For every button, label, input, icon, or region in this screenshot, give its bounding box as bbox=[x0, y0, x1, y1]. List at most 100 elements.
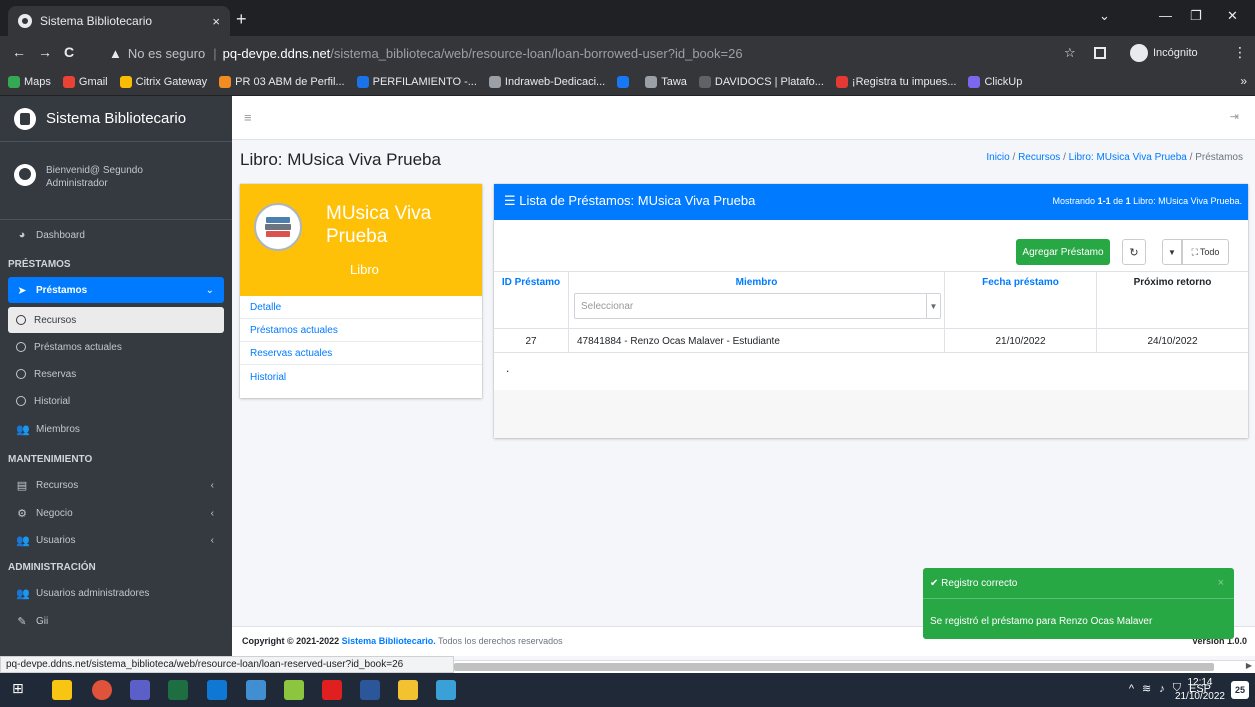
sidebar-item-reservas[interactable]: Reservas bbox=[8, 361, 224, 387]
browser-menu-icon[interactable]: ⋮ bbox=[1233, 44, 1247, 61]
security-warning[interactable]: No es seguro bbox=[128, 46, 205, 61]
sidebar-item-usuarios-administradores[interactable]: 👥 Usuarios administradores bbox=[8, 580, 224, 606]
incognito-indicator[interactable]: Incógnito bbox=[1130, 42, 1198, 64]
add-loan-button[interactable]: Agregar Préstamo bbox=[1016, 239, 1110, 265]
copyright-link[interactable]: Sistema Bibliotecario. bbox=[342, 636, 436, 646]
check-icon: ✔ bbox=[930, 577, 942, 589]
new-tab-button[interactable]: + bbox=[236, 9, 247, 30]
outlook-icon[interactable] bbox=[207, 680, 227, 700]
member-filter-select[interactable]: Seleccionar ▼ bbox=[574, 293, 941, 319]
bookmark-label: Citrix Gateway bbox=[135, 75, 208, 88]
edit-icon: ✎ bbox=[17, 615, 27, 628]
scroll-right-icon[interactable]: ▶ bbox=[1246, 661, 1252, 670]
sidebar-item-prestamos-actuales[interactable]: Préstamos actuales bbox=[8, 334, 224, 360]
windows-start-icon[interactable]: ⊞ bbox=[12, 680, 32, 700]
app-icon[interactable] bbox=[246, 680, 266, 700]
excel-icon[interactable] bbox=[168, 680, 188, 700]
reload-icon[interactable]: C bbox=[64, 44, 74, 60]
bookmark-item[interactable]: ClickUp bbox=[968, 75, 1022, 88]
bookmark-item[interactable]: Indraweb-Dedicaci... bbox=[488, 75, 605, 88]
sidebar-item-m-recursos[interactable]: ▤ Recursos ‹ bbox=[8, 472, 224, 498]
horizontal-scrollbar[interactable]: ▶ bbox=[454, 660, 1255, 673]
minimize-icon[interactable]: — bbox=[1159, 8, 1172, 23]
url-host: pq-devpe.ddns.net bbox=[222, 45, 331, 61]
browser-tab[interactable]: Sistema Bibliotecario × bbox=[8, 6, 230, 36]
forward-icon[interactable]: → bbox=[38, 44, 52, 60]
file-explorer-icon[interactable] bbox=[52, 680, 72, 700]
chevron-up-icon[interactable]: ^ bbox=[1129, 683, 1134, 695]
copyright-prefix: Copyright © 2021-2022 bbox=[242, 636, 342, 646]
column-header-id[interactable]: ID Préstamo bbox=[494, 272, 569, 330]
sidebar-item-prestamos[interactable]: ➤ Préstamos ⌄ bbox=[8, 277, 224, 303]
folder-icon[interactable] bbox=[398, 680, 418, 700]
brand-name: Sistema Bibliotecario bbox=[46, 110, 187, 127]
chevron-left-icon: ‹ bbox=[210, 507, 214, 519]
notification-badge[interactable]: 25 bbox=[1231, 681, 1249, 699]
logout-icon[interactable]: ⇥ bbox=[1230, 110, 1239, 123]
acrobat-icon[interactable] bbox=[322, 680, 342, 700]
list-icon: ☰ bbox=[504, 193, 520, 208]
bookmark-item[interactable]: Gmail bbox=[62, 75, 108, 88]
teams-icon[interactable] bbox=[130, 680, 150, 700]
bookmark-favicon-icon bbox=[356, 75, 369, 88]
refresh-icon: ↻ bbox=[1129, 246, 1139, 259]
chrome-icon[interactable] bbox=[92, 680, 112, 700]
tab-search-icon[interactable]: ⌄ bbox=[1099, 8, 1110, 24]
bookmark-item[interactable]: Citrix Gateway bbox=[119, 75, 208, 88]
browser-status-url: pq-devpe.ddns.net/sistema_biblioteca/web… bbox=[0, 656, 454, 673]
book-link-reservas-actuales[interactable]: Reservas actuales bbox=[240, 343, 482, 365]
sidebar-item-usuarios[interactable]: 👥 Usuarios ‹ bbox=[8, 527, 224, 553]
show-all-button[interactable]: ⛶ Todo bbox=[1182, 239, 1229, 265]
bookmark-item[interactable] bbox=[617, 75, 633, 88]
book-link-prestamos-actuales[interactable]: Préstamos actuales bbox=[240, 320, 482, 342]
bookmark-item[interactable]: ¡Registra tu impues... bbox=[835, 75, 956, 88]
column-header-fecha-prestamo[interactable]: Fecha préstamo bbox=[945, 272, 1097, 330]
scrollbar-thumb[interactable] bbox=[454, 663, 1214, 671]
book-type: Libro bbox=[350, 262, 379, 277]
bookmark-item[interactable]: DAVIDOCS | Platafo... bbox=[698, 75, 824, 88]
sidebar-item-recursos[interactable]: Recursos bbox=[8, 307, 224, 333]
bookmark-item[interactable]: Maps bbox=[8, 75, 51, 88]
url-field[interactable]: ▲ No es seguro | pq-devpe.ddns.net/siste… bbox=[109, 41, 994, 65]
tab-title: Sistema Bibliotecario bbox=[40, 14, 153, 28]
book-link-detalle[interactable]: Detalle bbox=[240, 297, 482, 319]
table-row[interactable]: 27 47841884 - Renzo Ocas Malaver - Estud… bbox=[494, 329, 1248, 353]
sidebar-item-miembros[interactable]: 👥 Miembros bbox=[8, 416, 224, 442]
refresh-button[interactable]: ↻ bbox=[1122, 239, 1146, 265]
volume-icon[interactable]: ♪ bbox=[1159, 683, 1165, 695]
user-greeting[interactable]: Bienvenid@ Segundo bbox=[46, 164, 143, 177]
sidebar-item-historial[interactable]: Historial bbox=[8, 388, 224, 414]
breadcrumb: Inicio / Recursos / Libro: MUsica Viva P… bbox=[986, 152, 1243, 163]
bookmark-favicon-icon bbox=[698, 75, 711, 88]
bookmark-item[interactable]: PR 03 ABM de Perfil... bbox=[219, 75, 345, 88]
restore-icon[interactable]: ❐ bbox=[1190, 8, 1202, 24]
windows-taskbar: ⊞ ^ ≋ ♪ ⛉ ESP 12:14 21/10/2022 25 bbox=[0, 673, 1255, 707]
bookmark-item[interactable]: Tawa bbox=[645, 75, 687, 88]
brand-link[interactable]: Sistema Bibliotecario bbox=[0, 96, 232, 142]
clock[interactable]: 12:14 21/10/2022 bbox=[1175, 676, 1225, 704]
sidebar-item-gii[interactable]: ✎ Gii bbox=[8, 608, 224, 634]
sidebar-item-dashboard[interactable]: ◕ Dashboard bbox=[8, 222, 224, 248]
tab-close-icon[interactable]: × bbox=[212, 14, 220, 29]
photos-icon[interactable] bbox=[436, 680, 456, 700]
side-panel-icon[interactable] bbox=[1094, 47, 1106, 59]
page-size-dropdown[interactable]: ▼ bbox=[1162, 239, 1182, 265]
toast-close-icon[interactable]: × bbox=[1218, 577, 1224, 589]
bookmark-star-icon[interactable]: ☆ bbox=[1064, 45, 1076, 61]
breadcrumb-libro[interactable]: Libro: MUsica Viva Prueba bbox=[1069, 152, 1187, 163]
window-close-icon[interactable]: ✕ bbox=[1227, 8, 1238, 24]
menu-toggle-icon[interactable]: ≡ bbox=[244, 110, 252, 125]
network-icon[interactable]: ≋ bbox=[1142, 682, 1151, 695]
sidebar-item-negocio[interactable]: ⚙ Negocio ‹ bbox=[8, 500, 224, 526]
book-link-historial[interactable]: Historial bbox=[240, 366, 482, 388]
back-icon[interactable]: ← bbox=[12, 44, 26, 60]
loans-title: ☰ Lista de Préstamos: MUsica Viva Prueba bbox=[504, 193, 755, 209]
word-icon[interactable] bbox=[360, 680, 380, 700]
bookmark-item[interactable]: PERFILAMIENTO -... bbox=[356, 75, 477, 88]
breadcrumb-inicio[interactable]: Inicio bbox=[986, 152, 1009, 163]
member-filter-placeholder: Seleccionar bbox=[581, 300, 634, 312]
breadcrumb-current: Préstamos bbox=[1195, 152, 1243, 163]
bookmarks-more-icon[interactable]: » bbox=[1240, 74, 1247, 88]
android-studio-icon[interactable] bbox=[284, 680, 304, 700]
breadcrumb-recursos[interactable]: Recursos bbox=[1018, 152, 1060, 163]
